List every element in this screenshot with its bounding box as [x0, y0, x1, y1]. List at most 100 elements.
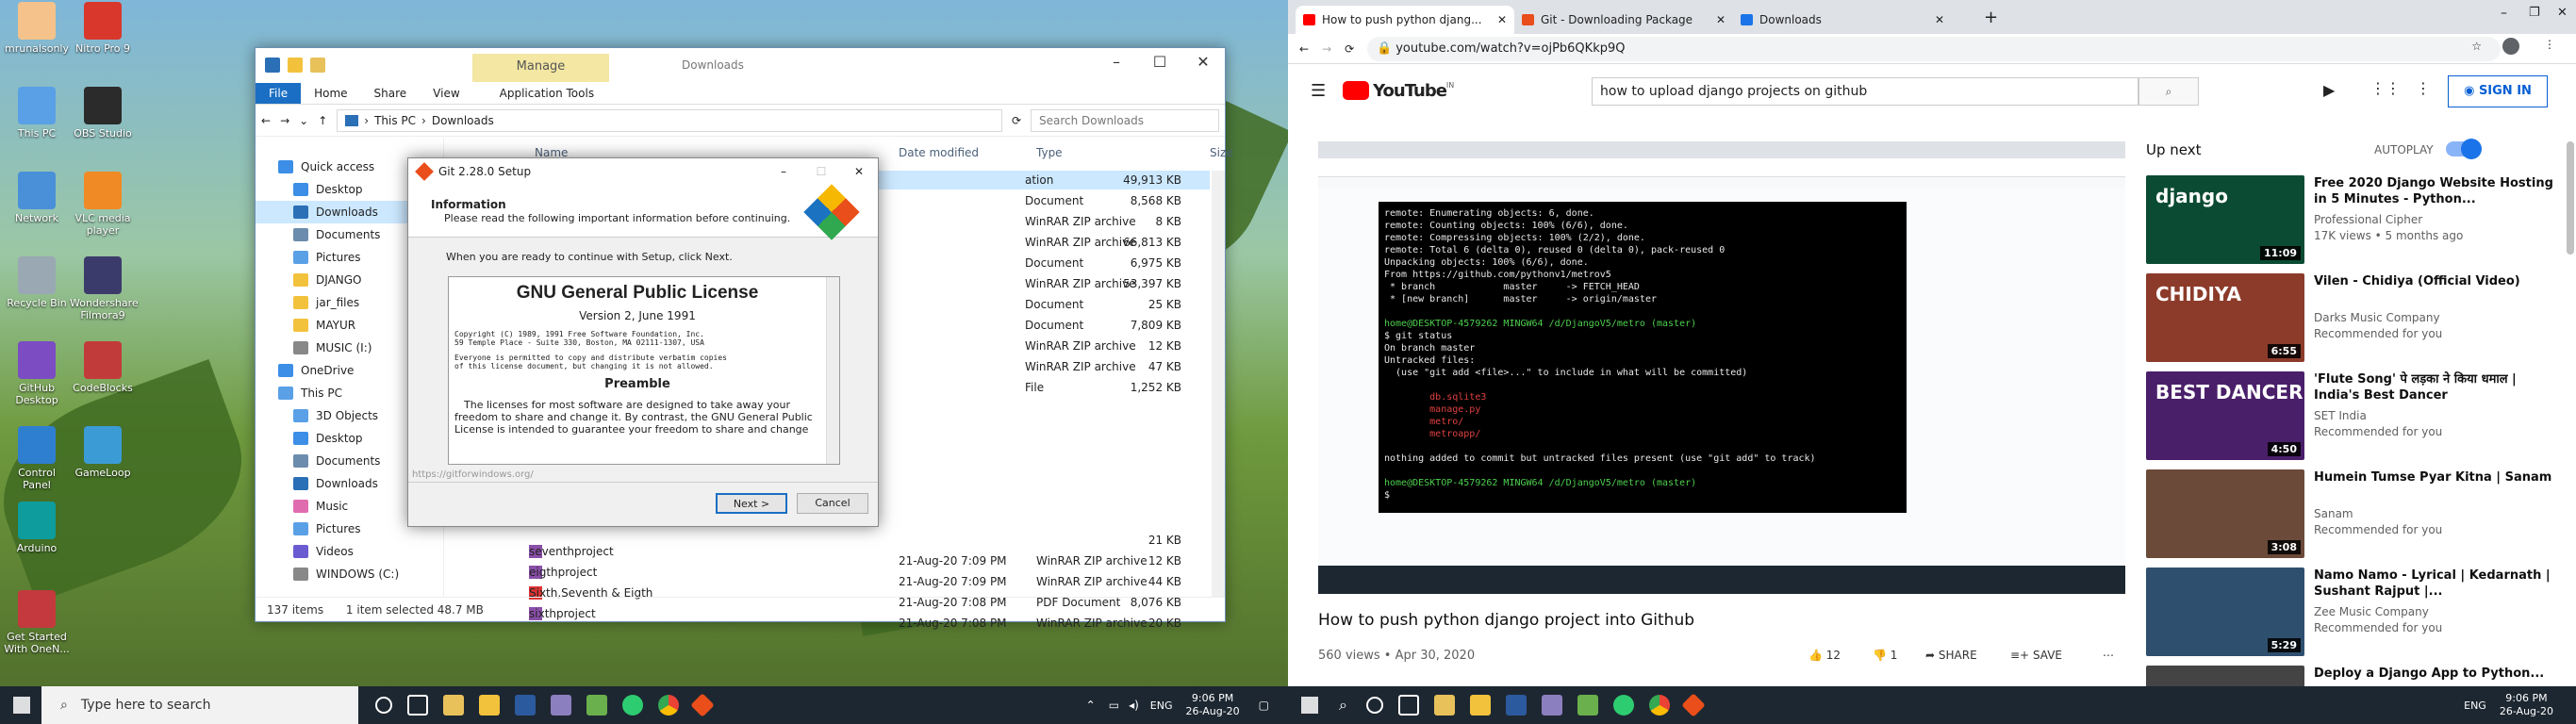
menu-dots-icon[interactable]: ⋮ [2544, 38, 2555, 51]
column-type[interactable]: Type [1036, 146, 1063, 159]
app-icon[interactable] [443, 695, 464, 716]
hamburger-menu-icon[interactable]: ☰ [1311, 81, 1326, 101]
clock[interactable]: 9:06 PM 26-Aug-20 [2500, 692, 2553, 718]
tab-close-icon[interactable]: ✕ [1716, 6, 1726, 34]
video-player[interactable]: remote: Enumerating objects: 6, done. rem… [1318, 141, 2125, 594]
desktop-icon[interactable]: Network [4, 172, 70, 224]
desktop-icon[interactable]: CodeBlocks [70, 341, 136, 394]
back-arrow-icon[interactable]: ← [261, 114, 271, 127]
close-icon[interactable]: ✕ [2557, 6, 2568, 20]
like-button[interactable]: 👍 12 [1808, 649, 1841, 662]
license-textbox[interactable]: GNU General Public License Version 2, Ju… [448, 276, 840, 465]
save-button[interactable]: ≡+ SAVE [2010, 649, 2062, 662]
column-date-modified[interactable]: Date modified [899, 146, 979, 159]
tab-file[interactable]: File [256, 83, 302, 104]
notification-icon[interactable]: ▢ [1259, 699, 1269, 712]
page-scrollbar[interactable] [2567, 141, 2574, 255]
related-video-title[interactable]: Free 2020 Django Website Hosting in 5 Mi… [2314, 175, 2555, 207]
network-icon[interactable]: ▭ [1109, 699, 1119, 712]
column-size[interactable]: Size [1210, 146, 1233, 159]
desktop-icon[interactable]: Wondershare Filmora9 [70, 256, 139, 321]
volume-icon[interactable]: ◂) [1129, 699, 1139, 712]
tray-chevron-icon[interactable]: ⌃ [1086, 699, 1096, 712]
video-thumbnail[interactable]: 5:29 [2146, 568, 2304, 656]
desktop-icon[interactable]: VLC media player [70, 172, 136, 237]
share-button[interactable]: ➦ SHARE [1925, 649, 1977, 662]
desktop-icon[interactable]: GitHub Desktop [4, 341, 70, 406]
related-video-title[interactable]: Humein Tumse Pyar Kitna | Sanam [2314, 469, 2555, 485]
tab-close-icon[interactable]: ✕ [1497, 6, 1507, 34]
quick-access-icon[interactable] [265, 58, 280, 73]
file-explorer-icon[interactable] [1469, 695, 1491, 716]
video-thumbnail[interactable]: BEST DANCER 4:50 [2146, 371, 2304, 460]
next-button[interactable]: Next > [716, 493, 787, 514]
channel-name[interactable]: Professional Cipher [2314, 213, 2422, 226]
tab-close-icon[interactable]: ✕ [1935, 6, 1944, 34]
maximize-icon[interactable]: ☐ [1138, 48, 1181, 76]
sign-in-button[interactable]: ◉ SIGN IN [2448, 75, 2548, 107]
app-icon[interactable] [515, 695, 536, 716]
address-bar[interactable]: › This PC › Downloads [337, 108, 1002, 132]
related-video-title[interactable]: Vilen - Chidiya (Official Video) [2314, 273, 2555, 289]
git-icon[interactable] [1681, 693, 1706, 717]
minimize-icon[interactable]: – [2501, 6, 2507, 21]
task-view-icon[interactable] [407, 695, 428, 716]
git-icon[interactable] [690, 693, 715, 717]
desktop-icon[interactable]: Nitro Pro 9 [70, 2, 136, 55]
browser-tab[interactable]: How to push python djang... ✕ [1296, 6, 1514, 34]
desktop-icon[interactable]: mrunalsonly [4, 2, 70, 55]
related-video[interactable]: 5:29 Namo Namo - Lyrical | Kedarnath | Su… [2146, 568, 2561, 658]
folder-icon[interactable] [288, 58, 303, 73]
desktop-icon[interactable]: Control Panel [4, 426, 70, 491]
new-folder-icon[interactable] [310, 58, 325, 73]
desktop-icon[interactable]: Get Started With OneN... [4, 590, 70, 655]
desktop-icon[interactable]: Arduino [4, 502, 70, 554]
cortana-icon[interactable] [375, 697, 392, 714]
video-thumbnail[interactable]: 3:08 [2146, 469, 2304, 558]
create-video-icon[interactable]: ▶ [2323, 81, 2335, 99]
apps-grid-icon[interactable]: ⋮⋮ [2370, 79, 2401, 97]
dislike-button[interactable]: 👎 1 [1873, 649, 1897, 662]
back-arrow-icon[interactable]: ← [1299, 42, 1309, 56]
tab-view[interactable]: View [420, 83, 472, 104]
address-bar[interactable]: 🔒 youtube.com/watch?v=ojPb6QKkp9Q [1367, 36, 2501, 61]
breadcrumb-downloads[interactable]: Downloads [432, 114, 494, 127]
settings-dots-icon[interactable]: ⋮ [2416, 79, 2431, 97]
related-video-title[interactable]: Deploy a Django App to Python... [2314, 666, 2555, 682]
star-icon[interactable]: ☆ [2471, 40, 2482, 53]
taskbar-search[interactable]: ⌕ Type here to search [41, 686, 358, 724]
windows-start-icon[interactable] [1301, 697, 1318, 714]
app-icon[interactable] [622, 695, 643, 716]
app-icon[interactable] [1433, 695, 1455, 716]
related-video-title[interactable]: Namo Namo - Lyrical | Kedarnath | Sushan… [2314, 568, 2555, 600]
related-video[interactable]: django 11:09 Free 2020 Django Website Host… [2146, 175, 2561, 266]
chrome-icon[interactable] [1648, 695, 1670, 716]
autoplay-toggle[interactable] [2446, 139, 2482, 159]
desktop-icon[interactable]: GameLoop [70, 426, 136, 479]
browser-tab[interactable]: Downloads ✕ [1733, 6, 1952, 34]
app-icon[interactable] [551, 695, 571, 716]
cortana-icon[interactable] [1365, 697, 1383, 714]
desktop-icon[interactable]: Recycle Bin [4, 256, 70, 309]
desktop-icon[interactable]: OBS Studio [70, 87, 136, 140]
channel-name[interactable]: Zee Music Company [2314, 605, 2429, 618]
app-icon[interactable] [1541, 695, 1562, 716]
more-actions-icon[interactable]: ⋯ [2103, 649, 2114, 662]
close-icon[interactable]: ✕ [840, 165, 878, 178]
app-icon[interactable] [586, 695, 607, 716]
language-indicator[interactable]: ENG [1150, 699, 1173, 712]
license-scrollbar[interactable] [826, 277, 839, 464]
tab-application-tools[interactable]: Application Tools [487, 83, 607, 104]
search-icon[interactable]: ⌕ [1339, 696, 1347, 715]
minimize-icon[interactable]: – [765, 165, 802, 178]
channel-name[interactable]: SET India [2314, 409, 2367, 422]
recent-locations-icon[interactable]: ⌄ [299, 114, 308, 127]
forward-arrow-icon[interactable]: → [280, 114, 289, 127]
browser-tab[interactable]: Git - Downloading Package ✕ [1514, 6, 1733, 34]
file-explorer-icon[interactable] [479, 695, 500, 716]
minimize-icon[interactable]: – [1095, 48, 1138, 76]
language-indicator[interactable]: ENG [2464, 699, 2486, 712]
new-tab-icon[interactable]: + [1984, 8, 1998, 27]
breadcrumb-this-pc[interactable]: This PC [374, 114, 416, 127]
up-arrow-icon[interactable]: ↑ [318, 114, 327, 127]
